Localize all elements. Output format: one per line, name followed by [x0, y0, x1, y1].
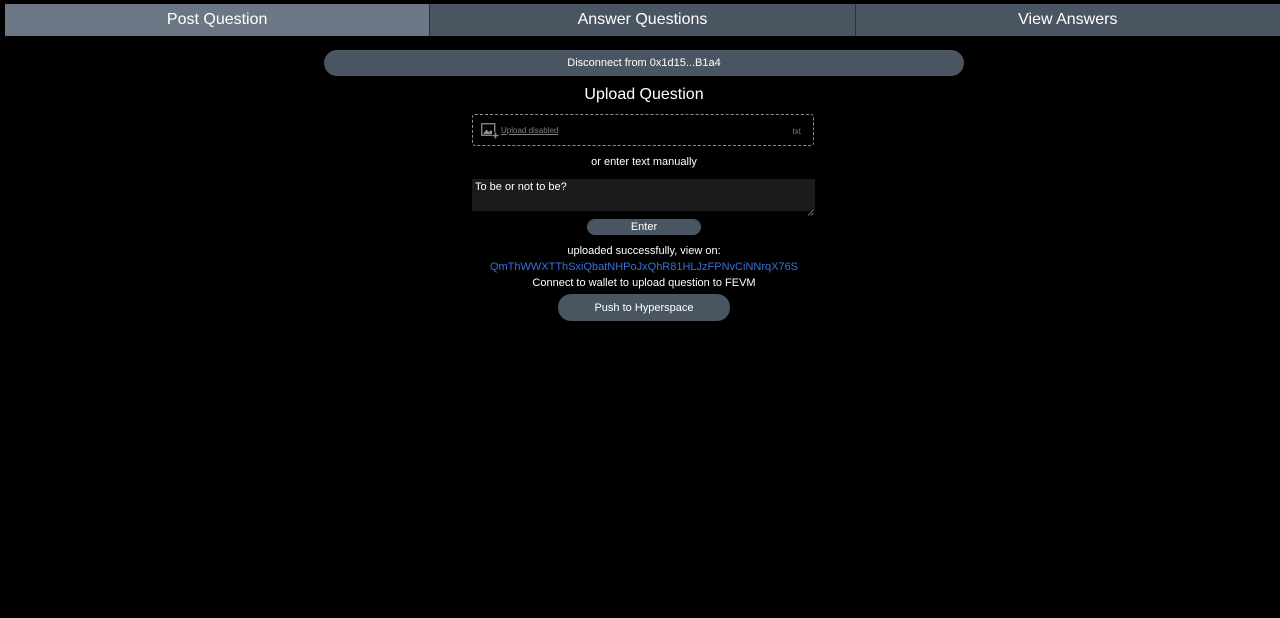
tab-post-question[interactable]: Post Question — [5, 4, 431, 36]
upload-status-text: uploaded successfully, view on: — [567, 245, 721, 257]
manual-entry-label: or enter text manually — [591, 156, 697, 168]
push-to-hyperspace-button[interactable]: Push to Hyperspace — [558, 294, 730, 321]
tab-answer-questions[interactable]: Answer Questions — [430, 4, 856, 36]
cid-link[interactable]: QmThWWXTThSxiQbatNHPoJxQhR81HLJzFPNvCiNN… — [0, 261, 1280, 273]
tab-bar: Post Question Answer Questions View Answ… — [5, 4, 1280, 36]
upload-question-heading: Upload Question — [584, 86, 704, 103]
file-dropzone[interactable]: Upload disabled txt — [472, 114, 814, 146]
question-text-input[interactable] — [472, 179, 815, 211]
resize-grip-icon[interactable] — [807, 203, 814, 216]
enter-button[interactable]: Enter — [587, 219, 701, 235]
connect-wallet-message: Connect to wallet to upload question to … — [532, 277, 756, 289]
tab-view-answers[interactable]: View Answers — [855, 4, 1280, 36]
disconnect-wallet-button[interactable]: Disconnect from 0x1d15...B1a4 — [324, 50, 964, 76]
image-upload-icon — [481, 123, 499, 139]
upload-disabled-text: Upload disabled — [501, 126, 559, 135]
accepted-filetype: txt — [792, 127, 801, 136]
